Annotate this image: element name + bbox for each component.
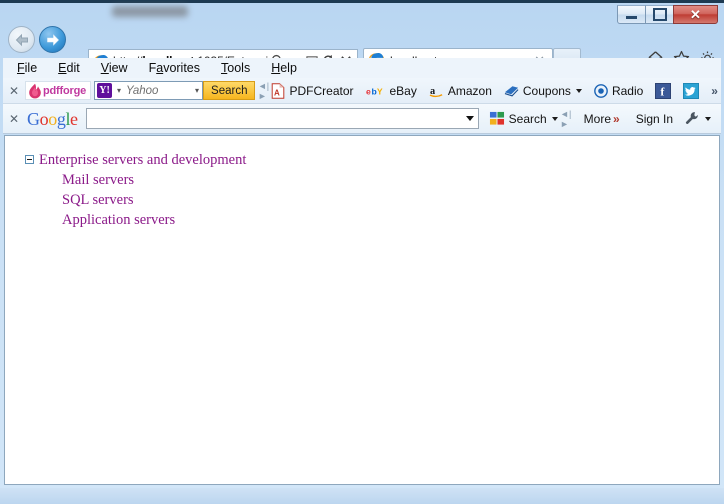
- google-logo[interactable]: Google: [27, 110, 78, 128]
- google-more-button[interactable]: More »: [584, 112, 620, 126]
- amazon-logo-icon: a: [429, 85, 443, 97]
- google-more-label: More: [583, 111, 612, 126]
- page-content: Enterprise servers and development Mail …: [4, 135, 720, 485]
- toolbar-overflow-chevron-icon[interactable]: »: [711, 84, 718, 98]
- coupons-icon: [504, 86, 519, 97]
- toolbar-drag-handle[interactable]: ◄|►: [258, 81, 269, 101]
- facebook-icon: f: [655, 82, 672, 99]
- menu-item-favorites[interactable]: Favorites: [149, 61, 200, 75]
- svg-text:A: A: [274, 88, 280, 97]
- svg-text:e: e: [366, 86, 371, 96]
- menu-item-file[interactable]: File: [17, 61, 37, 75]
- pdfforge-flame-icon: [29, 83, 41, 98]
- google-signin-button[interactable]: Sign In: [636, 112, 673, 126]
- tree-collapse-toggle[interactable]: [25, 155, 34, 164]
- google-search-button[interactable]: Search: [489, 111, 558, 126]
- svg-text:Y: Y: [376, 86, 382, 96]
- yahoo-history-chevron-down-icon[interactable]: ▾: [195, 86, 199, 95]
- close-icon: ✕: [690, 7, 701, 22]
- treeview: Enterprise servers and development Mail …: [5, 136, 719, 230]
- menu-item-edit[interactable]: Edit: [58, 61, 80, 75]
- yahoo-search-input[interactable]: Yahoo: [124, 85, 192, 97]
- menu-item-view[interactable]: View: [101, 61, 128, 75]
- browser-window: ✕ http://localhost:1035/Enterpris: [0, 0, 724, 504]
- ebay-button[interactable]: e b Y eBay: [366, 84, 417, 98]
- ebay-logo-icon: e b Y: [366, 86, 383, 96]
- ebay-label: eBay: [389, 83, 417, 98]
- pdfcreator-button[interactable]: A PDFCreator: [271, 82, 354, 99]
- google-search-label: Search: [508, 111, 547, 126]
- svg-text:b: b: [371, 86, 376, 96]
- yahoo-search-box[interactable]: Y! ▾ Yahoo ▾: [94, 81, 204, 100]
- twitter-icon: [683, 82, 700, 99]
- google-toolbar-close-icon[interactable]: ✕: [3, 112, 25, 126]
- pdfforge-toolbar-close-icon[interactable]: ✕: [3, 84, 25, 98]
- facebook-button[interactable]: f: [655, 82, 672, 99]
- forward-button[interactable]: [39, 26, 66, 53]
- tree-child-node: Application servers: [62, 210, 719, 230]
- back-button[interactable]: [8, 26, 35, 53]
- radio-label: Radio: [611, 83, 644, 98]
- amazon-label: Amazon: [447, 83, 492, 98]
- pdfforge-logo[interactable]: pdfforge: [25, 81, 92, 100]
- tree-root-node: Enterprise servers and development: [25, 150, 719, 170]
- google-search-chevron-down-icon-2[interactable]: [551, 116, 558, 121]
- yahoo-logo-icon: Y!: [97, 83, 113, 98]
- google-settings-chevron-down-icon[interactable]: [705, 116, 712, 121]
- coupons-chevron-down-icon[interactable]: [575, 88, 582, 93]
- window-title-redacted: [112, 6, 188, 17]
- menu-bar: File Edit View Favorites Tools Help: [3, 58, 721, 78]
- tree-child-node: SQL servers: [62, 190, 719, 210]
- pdfforge-toolbar: ✕ pdfforge Y! ▾ Yahoo ▾ Search ◄|► A PDF…: [3, 78, 721, 104]
- maximize-icon: [652, 8, 667, 21]
- minimize-icon: [626, 15, 637, 19]
- google-search-field[interactable]: [85, 108, 479, 129]
- coupons-button[interactable]: Coupons: [504, 84, 582, 98]
- google-more-chevron-icon: »: [613, 111, 620, 126]
- google-toolbar-drag-handle[interactable]: ◄|►: [560, 109, 571, 129]
- google-g-icon: [489, 111, 504, 125]
- forward-arrow-icon: [46, 33, 59, 46]
- google-settings-button[interactable]: [685, 111, 712, 126]
- pdfcreator-label: PDFCreator: [289, 83, 354, 98]
- menu-item-tools[interactable]: Tools: [221, 61, 250, 75]
- amazon-button[interactable]: a Amazon: [429, 84, 492, 98]
- coupons-label: Coupons: [522, 83, 571, 98]
- navigation-bar: http://localhost:1035/Enterpris: [0, 22, 724, 72]
- tree-link-application-servers[interactable]: Application servers: [62, 212, 175, 228]
- twitter-button[interactable]: [683, 82, 700, 99]
- google-search-chevron-down-icon[interactable]: [465, 116, 474, 121]
- radio-button[interactable]: Radio: [594, 84, 643, 98]
- tree-link-mail-servers[interactable]: Mail servers: [62, 172, 134, 188]
- google-toolbar: ✕ Google Search ◄|► More » Sign In: [3, 104, 721, 134]
- yahoo-engine-chevron-down-icon[interactable]: ▾: [117, 86, 121, 95]
- wrench-icon: [685, 112, 698, 124]
- tree-link-sql-servers[interactable]: SQL servers: [62, 192, 134, 208]
- title-bar: ✕: [0, 3, 724, 24]
- tree-child-node: Mail servers: [62, 170, 719, 190]
- pdf-file-icon: A: [272, 82, 285, 99]
- back-arrow-icon: [15, 33, 28, 46]
- google-search-input[interactable]: [85, 108, 479, 129]
- window-bottom-edge: [0, 488, 724, 504]
- google-signin-label: Sign In: [635, 111, 674, 126]
- menu-item-help[interactable]: Help: [271, 61, 297, 75]
- yahoo-search-button[interactable]: Search: [203, 81, 256, 100]
- tree-link-enterprise-servers[interactable]: Enterprise servers and development: [39, 150, 246, 170]
- pdfforge-brand-label: pdfforge: [43, 84, 87, 97]
- radio-icon: [594, 83, 608, 98]
